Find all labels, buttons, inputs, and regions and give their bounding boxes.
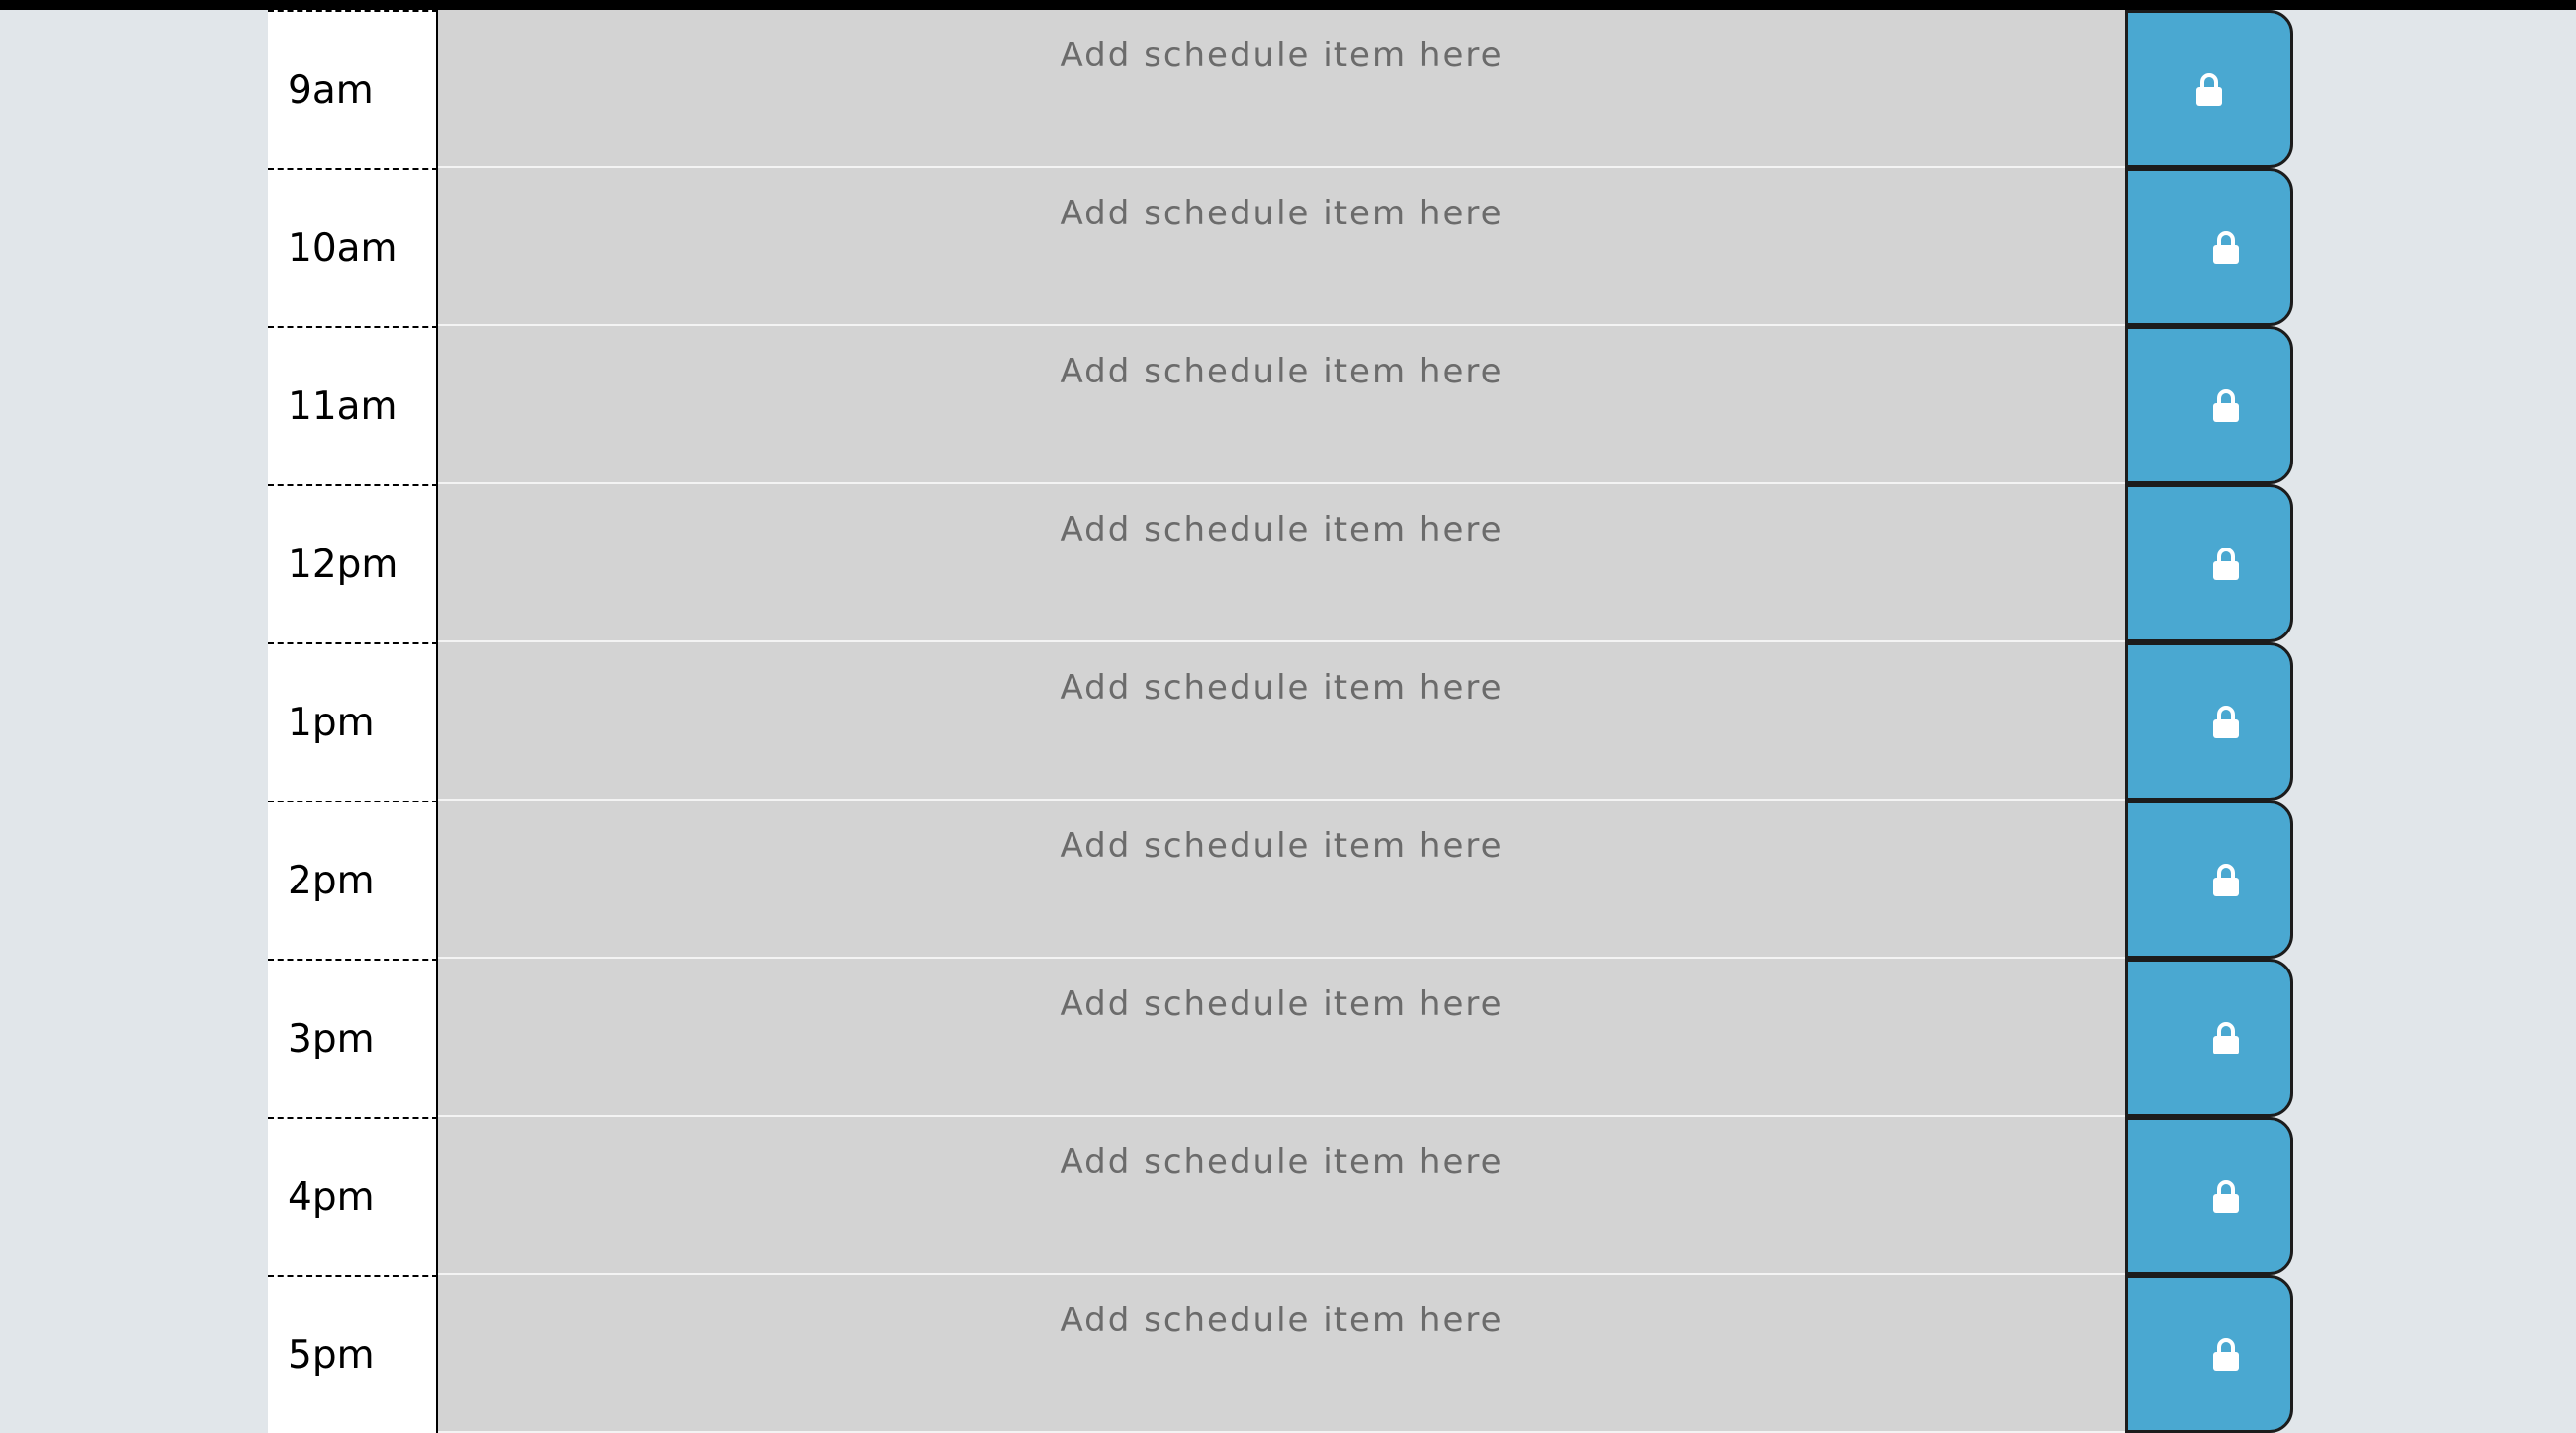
lock-icon	[2196, 73, 2222, 106]
time-block-row: 1pm Add schedule item here	[268, 642, 2293, 801]
hour-label: 2pm	[268, 801, 438, 959]
lock-icon	[2213, 1022, 2239, 1054]
time-block-row: 9am Add schedule item here	[268, 10, 2293, 168]
lock-icon	[2213, 548, 2239, 580]
time-block-row: 12pm Add schedule item here	[268, 484, 2293, 642]
hour-label: 12pm	[268, 484, 438, 642]
schedule-description-input[interactable]: Add schedule item here	[438, 484, 2125, 642]
hour-label: 10am	[268, 168, 438, 326]
schedule-description-input[interactable]: Add schedule item here	[438, 168, 2125, 326]
schedule-description-input[interactable]: Add schedule item here	[438, 1275, 2125, 1433]
save-button[interactable]	[2125, 1117, 2293, 1275]
top-bar	[0, 0, 2576, 10]
lock-icon	[2213, 1180, 2239, 1213]
time-block-row: 10am Add schedule item here	[268, 168, 2293, 326]
save-button[interactable]	[2125, 484, 2293, 642]
schedule-description-input[interactable]: Add schedule item here	[438, 326, 2125, 484]
lock-icon	[2213, 231, 2239, 264]
hour-label: 9am	[268, 10, 438, 168]
save-button[interactable]	[2125, 326, 2293, 484]
lock-icon	[2213, 1338, 2239, 1371]
save-button[interactable]	[2125, 168, 2293, 326]
schedule-planner: 9am Add schedule item here 10am Add sche…	[268, 10, 2293, 1433]
hour-label: 11am	[268, 326, 438, 484]
time-block-row: 11am Add schedule item here	[268, 326, 2293, 484]
hour-label: 1pm	[268, 642, 438, 801]
schedule-description-input[interactable]: Add schedule item here	[438, 801, 2125, 959]
save-button[interactable]	[2125, 1275, 2293, 1433]
time-block-row: 4pm Add schedule item here	[268, 1117, 2293, 1275]
save-button[interactable]	[2125, 801, 2293, 959]
schedule-description-input[interactable]: Add schedule item here	[438, 642, 2125, 801]
save-button[interactable]	[2125, 642, 2293, 801]
hour-label: 4pm	[268, 1117, 438, 1275]
lock-icon	[2213, 389, 2239, 422]
time-block-row: 2pm Add schedule item here	[268, 801, 2293, 959]
save-button[interactable]	[2125, 10, 2293, 168]
schedule-description-input[interactable]: Add schedule item here	[438, 1117, 2125, 1275]
hour-label: 3pm	[268, 959, 438, 1117]
hour-label: 5pm	[268, 1275, 438, 1433]
lock-icon	[2213, 864, 2239, 896]
time-block-row: 5pm Add schedule item here	[268, 1275, 2293, 1433]
lock-icon	[2213, 706, 2239, 738]
schedule-description-input[interactable]: Add schedule item here	[438, 10, 2125, 168]
schedule-description-input[interactable]: Add schedule item here	[438, 959, 2125, 1117]
save-button[interactable]	[2125, 959, 2293, 1117]
time-block-row: 3pm Add schedule item here	[268, 959, 2293, 1117]
